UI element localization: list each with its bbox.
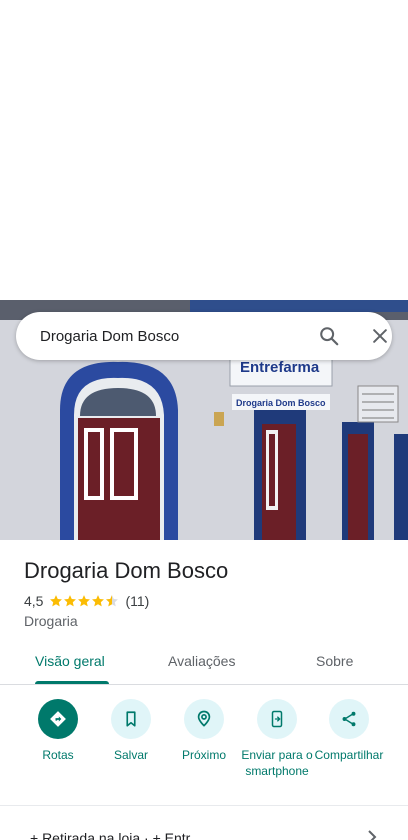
tab-bar: Visão geral Avaliações Sobre [0,640,408,685]
star-icon [50,595,63,607]
send-to-phone-label: Enviar para o smartphone [241,748,313,778]
rating-value: 4,5 [24,593,44,609]
save-button-circle [111,699,151,739]
tab-reviews[interactable]: Avaliações [168,653,235,669]
directions-label: Rotas [42,748,74,762]
close-icon[interactable] [370,326,390,346]
share-label: Compartilhar [314,748,384,762]
nearby-button-circle [184,699,224,739]
search-bar[interactable]: Drogaria Dom Bosco [16,312,392,360]
tab-about[interactable]: Sobre [316,653,353,669]
map-area[interactable] [0,0,408,300]
save-button[interactable]: Salvar [95,699,167,763]
star-icon [92,595,105,607]
place-title: Drogaria Dom Bosco [24,558,229,583]
sign-name-text: Drogaria Dom Bosco [236,398,326,408]
chevron-right-icon[interactable] [366,830,378,840]
nearby-icon [197,710,211,727]
rating-row[interactable]: 4,5 (11) [24,592,149,610]
service-options-text[interactable]: + Retirada na loja · + Entr [30,830,190,840]
sign-brand-text: Entrefarma [240,359,320,376]
share-button[interactable]: Compartilhar [313,699,385,763]
active-tab-indicator [35,681,109,684]
nearby-label: Próximo [181,748,226,762]
nearby-button[interactable]: Próximo [168,699,240,763]
bookmark-icon [126,711,136,727]
review-count[interactable]: (11) [125,593,149,609]
directions-button-circle [38,699,78,739]
section-divider [0,805,408,806]
directions-button[interactable]: Rotas [22,699,94,763]
star-rating [49,594,119,608]
send-to-phone-icon [271,710,283,728]
save-label: Salvar [113,748,148,762]
send-to-phone-button-circle [257,699,297,739]
star-icon [78,595,91,607]
send-to-phone-button[interactable]: Enviar para o smartphone [241,699,313,779]
share-icon [342,711,356,727]
place-category: Drogaria [24,613,78,629]
star-icon [64,595,77,607]
directions-icon [50,711,66,727]
share-button-circle [329,699,369,739]
place-details-screen: Entrefarma Drogaria Dom Bosco Drogaria D… [0,0,408,840]
search-icon[interactable] [318,325,340,347]
tab-overview[interactable]: Visão geral [35,653,105,669]
half-star-icon [106,595,119,607]
